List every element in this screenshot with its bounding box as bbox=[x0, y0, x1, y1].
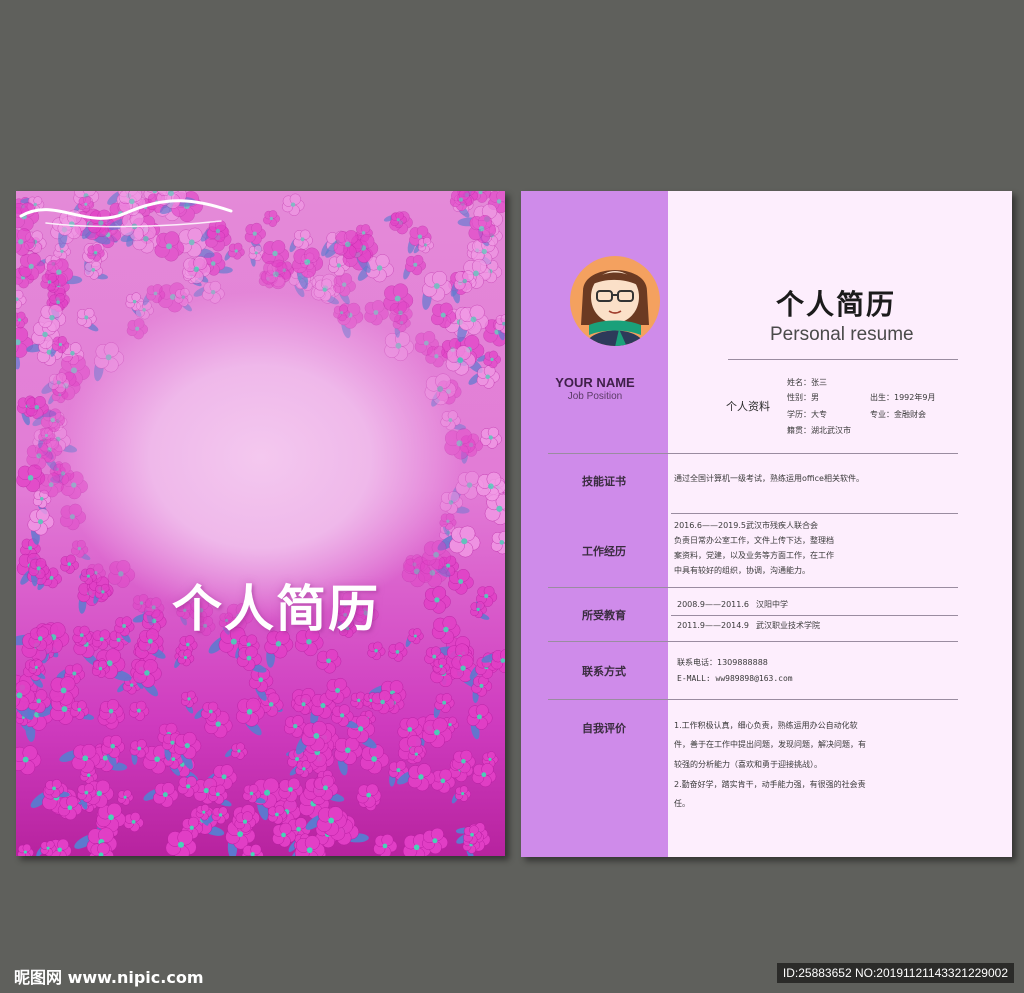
flower bbox=[17, 843, 34, 856]
flower bbox=[433, 693, 455, 718]
self-eval-line: 较强的分析能力（喜欢和勇于迎接挑战）。 bbox=[674, 760, 822, 769]
flower bbox=[18, 252, 46, 281]
flower bbox=[143, 782, 179, 808]
section-divider bbox=[671, 513, 958, 514]
info-gender: 性别：男 bbox=[787, 393, 819, 402]
flower bbox=[117, 789, 134, 806]
avatar-illustration bbox=[570, 256, 660, 346]
flower bbox=[423, 586, 451, 614]
info-name: 姓名：张三 bbox=[787, 378, 827, 387]
skills-label: 技能证书 bbox=[582, 475, 626, 488]
flower bbox=[451, 785, 471, 804]
flower bbox=[236, 645, 267, 673]
flower bbox=[16, 745, 42, 775]
edu-school: 武汉职业技术学院 bbox=[756, 621, 820, 630]
self-eval-line: 件，善于在工作中提出问题，发现问题，解决问题，有 bbox=[674, 740, 866, 749]
work-line: 中具有较好的组织，协调，沟通能力。 bbox=[674, 566, 810, 575]
job-position: Job Position bbox=[567, 391, 623, 402]
self-eval-label: 自我评价 bbox=[582, 722, 626, 735]
flower bbox=[471, 675, 493, 703]
self-eval-line: 2.勤奋好学，踏实肯干，动手能力强，有很强的社会责 bbox=[674, 780, 866, 789]
flower-pattern bbox=[16, 191, 505, 856]
flower bbox=[360, 744, 390, 775]
flower bbox=[91, 629, 113, 650]
contact-label: 联系方式 bbox=[582, 665, 626, 678]
flower bbox=[84, 260, 109, 280]
flower bbox=[449, 191, 473, 218]
section-divider bbox=[548, 453, 958, 454]
flower bbox=[174, 649, 195, 669]
flower bbox=[316, 649, 342, 674]
flower bbox=[59, 503, 86, 531]
flower bbox=[425, 345, 448, 368]
self-eval-line: 任。 bbox=[674, 799, 690, 808]
cover-page: 个人简历 bbox=[16, 191, 505, 856]
flower bbox=[123, 812, 144, 832]
your-name: YOUR NAME bbox=[555, 375, 635, 390]
flower bbox=[403, 254, 426, 280]
flower bbox=[16, 311, 29, 329]
cover-swash-decoration bbox=[19, 199, 233, 228]
flower bbox=[466, 704, 493, 740]
flower bbox=[367, 641, 386, 661]
flower bbox=[440, 410, 466, 431]
section-divider bbox=[548, 587, 958, 588]
info-education: 学历：大专 bbox=[787, 410, 827, 419]
flower bbox=[471, 763, 497, 788]
flower bbox=[282, 193, 305, 216]
info-major: 专业：金融财会 bbox=[870, 410, 926, 419]
flower bbox=[181, 690, 198, 714]
flower bbox=[69, 700, 95, 720]
image-id-watermark: ID:25883652 NO:20191121143321229002 bbox=[776, 963, 1014, 983]
flower bbox=[107, 560, 136, 588]
section-divider bbox=[548, 641, 958, 642]
flower bbox=[468, 365, 500, 389]
flower bbox=[16, 289, 27, 309]
flower bbox=[373, 834, 398, 856]
flower bbox=[128, 700, 150, 721]
flower bbox=[241, 844, 264, 856]
edu-school: 汉阳中学 bbox=[756, 600, 788, 609]
flower bbox=[225, 742, 248, 760]
flower bbox=[60, 554, 79, 574]
self-eval-line: 1.工作积极认真，细心负责，熟练运用办公自动化软 bbox=[674, 721, 858, 730]
flower bbox=[325, 677, 351, 704]
resume-title-en: Personal resume bbox=[770, 324, 914, 345]
flower bbox=[165, 829, 197, 856]
flower bbox=[126, 318, 148, 340]
work-label: 工作经历 bbox=[582, 545, 626, 558]
title-divider bbox=[728, 359, 958, 360]
education-label: 所受教育 bbox=[582, 609, 626, 622]
personal-info-label: 个人资料 bbox=[726, 400, 770, 413]
info-birth: 出生：1992年9月 bbox=[870, 393, 936, 402]
site-watermark: 昵图网 www.nipic.com bbox=[14, 968, 204, 987]
info-native-place: 籍贯：湖北武汉市 bbox=[787, 426, 851, 435]
cover-title: 个人简历 bbox=[172, 579, 380, 638]
resume-page: YOUR NAME Job Position 个人简历 Personal res… bbox=[521, 191, 1012, 857]
flower bbox=[59, 744, 101, 774]
flower bbox=[387, 642, 408, 662]
flower bbox=[480, 426, 502, 449]
flower bbox=[132, 659, 162, 697]
work-line: 2016.6——2019.5武汉市残疾人联合会 bbox=[674, 521, 818, 530]
flower bbox=[93, 342, 125, 382]
edu-period: 2011.9——2014.9 bbox=[677, 621, 749, 630]
work-line: 案资料，党建，以及业务等方面工作，在工作 bbox=[674, 551, 834, 560]
flower bbox=[405, 628, 424, 647]
edu-period: 2008.9——2011.6 bbox=[677, 600, 749, 609]
skills-text: 通过全国计算机一级考试，熟练运用office相关软件。 bbox=[674, 474, 864, 483]
contact-email: E-MALL: ww989898@163.com bbox=[677, 674, 793, 683]
flower bbox=[236, 697, 265, 736]
resume-title-cn: 个人简历 bbox=[775, 288, 896, 321]
section-divider bbox=[671, 615, 958, 616]
flower bbox=[263, 210, 280, 227]
flower bbox=[334, 736, 363, 776]
contact-phone: 联系电话：1309888888 bbox=[677, 658, 768, 667]
flower bbox=[76, 308, 99, 332]
work-line: 负责日常办公室工作，文件上传下达，整理档 bbox=[674, 536, 834, 545]
section-divider bbox=[548, 699, 958, 700]
flower bbox=[490, 531, 505, 555]
